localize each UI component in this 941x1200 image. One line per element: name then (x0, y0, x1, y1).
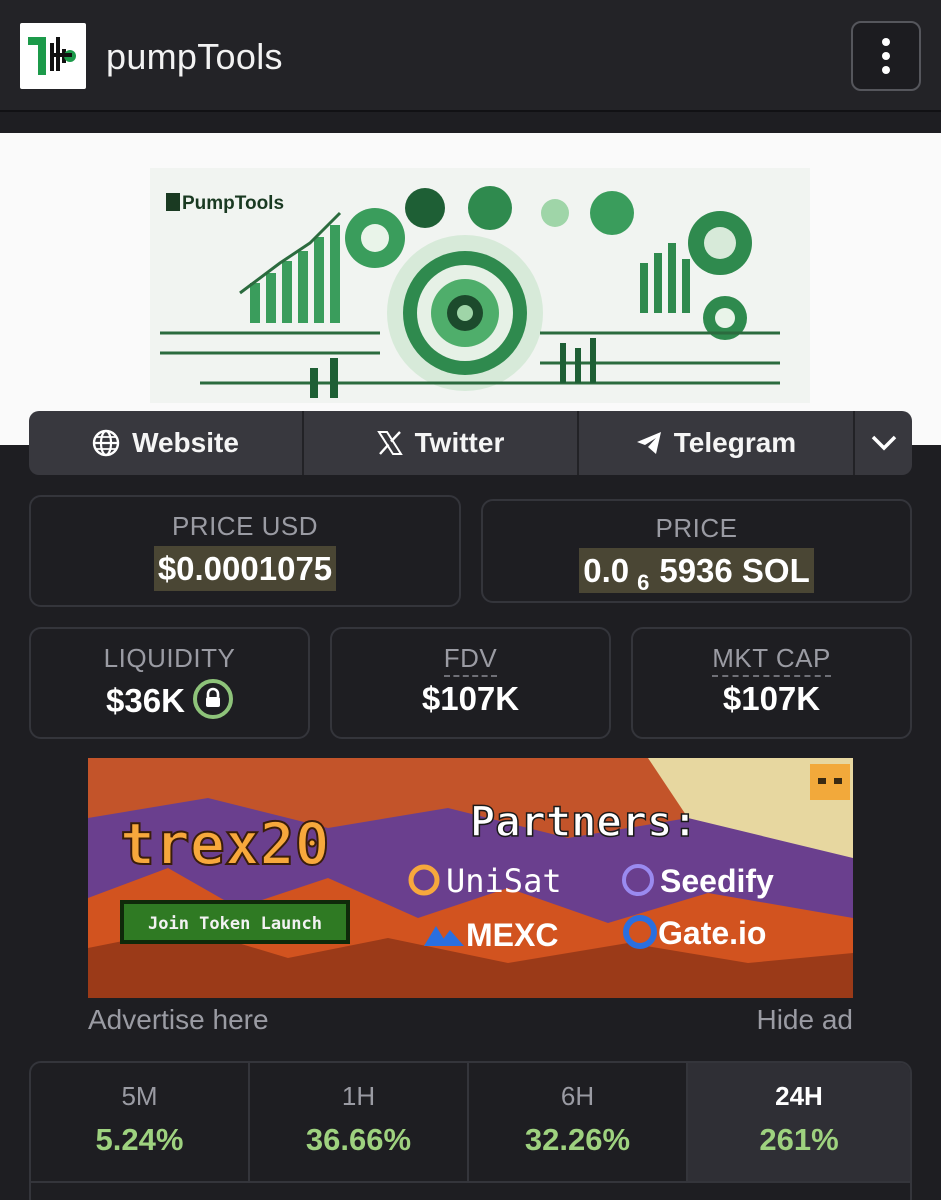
partner-unisat: UniSat (446, 862, 562, 900)
partner-seedify: Seedify (660, 863, 774, 899)
market-cap-value: $107K (722, 680, 821, 717)
liquidity-value: $36K (106, 682, 185, 719)
x-icon (376, 431, 403, 455)
fdv-card: FDV $107K (330, 627, 611, 739)
tab-5m-change: 5.24% (95, 1122, 184, 1157)
price-usd-card: PRICE USD $0.0001075 (29, 495, 461, 607)
hide-ad-link[interactable]: Hide ad (756, 1004, 853, 1036)
tab-1h-label: 1H (341, 1081, 376, 1111)
more-menu-button[interactable] (851, 21, 921, 91)
liquidity-card: LIQUIDITY $36K (29, 627, 310, 739)
telegram-icon (636, 432, 661, 454)
app-title: pumpTools (106, 36, 283, 77)
price-usd-value: $0.0001075 (153, 546, 337, 591)
price-sol-prefix: 0.0 (583, 552, 630, 589)
ad-banner[interactable]: trex20 Join Token Launch Partners: UniSa… (88, 758, 853, 998)
tab-1h-change: 36.66% (305, 1122, 412, 1157)
app-logo[interactable] (20, 23, 86, 89)
globe-icon (92, 429, 120, 457)
tab-6h[interactable]: 6H 32.26% (469, 1063, 688, 1181)
tab-1h[interactable]: 1H 36.66% (250, 1063, 469, 1181)
liquidity-label: LIQUIDITY (103, 643, 236, 673)
website-link[interactable]: Website (29, 411, 304, 475)
ad-partners-heading: Partners: (470, 797, 698, 846)
banner-brand-text: PumpTools (182, 193, 284, 214)
website-link-label: Website (132, 427, 239, 458)
lock-icon[interactable] (192, 679, 233, 720)
partner-gateio: Gate.io (658, 915, 766, 951)
ad-cta-button[interactable]: Join Token Launch (148, 914, 322, 934)
price-sol-value: 0.0 6 5936 SOL (579, 548, 814, 595)
market-cap-card: MKT CAP $107K (631, 627, 912, 739)
market-cap-label[interactable]: MKT CAP (712, 643, 831, 677)
app-header: pumpTools (0, 0, 941, 112)
social-links-bar: Website Twitter Telegram (29, 411, 912, 475)
chevron-down-icon (871, 435, 896, 451)
tab-24h-change: 261% (759, 1122, 839, 1157)
price-sol-label: PRICE (655, 513, 738, 543)
menu-dot-icon (882, 38, 890, 46)
telegram-link[interactable]: Telegram (579, 411, 855, 475)
tab-6h-change: 32.26% (524, 1122, 631, 1157)
twitter-link[interactable]: Twitter (304, 411, 579, 475)
price-sol-suffix: 5936 SOL (659, 552, 810, 589)
partner-mexc: MEXC (466, 917, 558, 953)
timeframe-tabs: 5M 5.24% 1H 36.66% 6H 32.26% 24H 261% (29, 1061, 912, 1200)
tab-5m-label: 5M (121, 1081, 158, 1111)
twitter-link-label: Twitter (414, 427, 505, 458)
tab-24h[interactable]: 24H 261% (688, 1063, 910, 1181)
ad-brand: trex20 (120, 810, 330, 878)
telegram-link-label: Telegram (673, 427, 797, 458)
fdv-value: $107K (421, 680, 520, 717)
advertise-here-link[interactable]: Advertise here (88, 1004, 269, 1036)
tab-6h-label: 6H (560, 1081, 595, 1111)
tab-5m[interactable]: 5M 5.24% (31, 1063, 250, 1181)
token-banner-image: PumpTools (0, 133, 941, 445)
menu-dot-icon (882, 52, 890, 60)
fdv-label[interactable]: FDV (443, 643, 498, 677)
price-usd-label: PRICE USD (171, 511, 319, 541)
menu-dot-icon (882, 66, 890, 74)
price-sol-card: PRICE 0.0 6 5936 SOL (481, 499, 912, 603)
price-sol-zero-count: 6 (637, 569, 650, 595)
tab-24h-label: 24H (775, 1081, 823, 1111)
links-expand-button[interactable] (855, 411, 912, 475)
